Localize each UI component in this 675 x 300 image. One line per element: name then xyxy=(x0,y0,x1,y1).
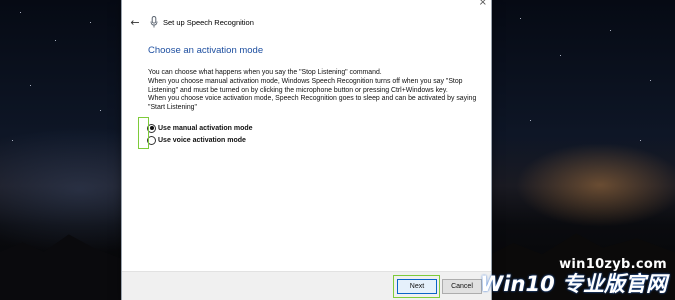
title-bar: × xyxy=(122,0,491,10)
watermark-logo: Win10 专业版官网 xyxy=(480,272,667,296)
microphone-icon xyxy=(149,15,159,29)
cancel-button[interactable]: Cancel xyxy=(442,279,482,294)
back-arrow-icon[interactable]: ← xyxy=(127,14,143,30)
manual-activation-radio[interactable] xyxy=(147,123,156,133)
description-paragraph-2: When you choose manual activation mode, … xyxy=(148,77,463,94)
voice-activation-radio[interactable] xyxy=(147,135,156,145)
voice-activation-option[interactable]: Use voice activation mode xyxy=(147,134,246,146)
next-button[interactable]: Next xyxy=(397,279,437,294)
description-text: You can choose what happens when you say… xyxy=(148,69,484,113)
wizard-title: Set up Speech Recognition xyxy=(163,17,254,27)
manual-activation-option[interactable]: Use manual activation mode xyxy=(147,122,253,134)
wizard-header: ← Set up Speech Recognition xyxy=(122,13,491,31)
page-heading: Choose an activation mode xyxy=(148,45,264,56)
close-icon[interactable]: × xyxy=(479,0,487,8)
voice-activation-label[interactable]: Use voice activation mode xyxy=(158,137,246,144)
wizard-footer: Next Cancel xyxy=(122,271,491,300)
speech-recognition-wizard-window: × ← Set up Speech Recognition Choose an … xyxy=(122,0,491,300)
manual-activation-label[interactable]: Use manual activation mode xyxy=(158,125,253,132)
description-paragraph-3: When you choose voice activation mode, S… xyxy=(148,95,477,112)
description-paragraph-1: You can choose what happens when you say… xyxy=(148,69,382,76)
